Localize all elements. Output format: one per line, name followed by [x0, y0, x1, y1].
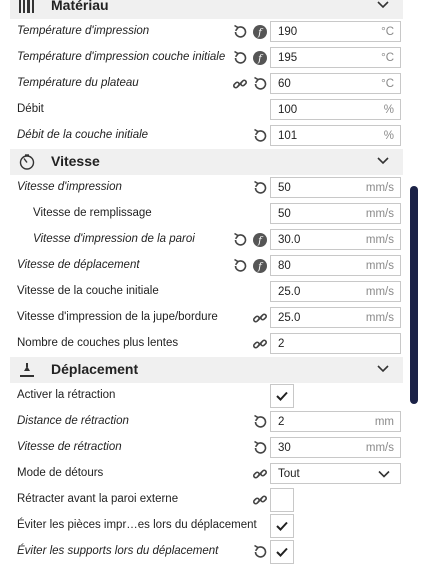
- checkmark-icon: [276, 391, 288, 401]
- setting-row-travel-speed: Vitesse de déplacement f 80 mm/s: [0, 253, 431, 279]
- retraction-distance-input[interactable]: 2 mm: [270, 411, 401, 432]
- initial-layer-speed-input[interactable]: 25.0 mm/s: [270, 281, 401, 302]
- checkmark-icon: [276, 521, 288, 531]
- section-title: Vitesse: [51, 153, 100, 169]
- chevron-down-icon[interactable]: [377, 0, 389, 10]
- speedometer-icon: [19, 154, 35, 170]
- retraction-speed-input[interactable]: 30 mm/s: [270, 437, 401, 458]
- setting-label: Débit: [17, 103, 44, 115]
- travel-speed-input[interactable]: 80 mm/s: [270, 255, 401, 276]
- slower-layers-input[interactable]: 2: [270, 333, 401, 354]
- setting-label: Température du plateau: [17, 77, 139, 89]
- initial-flow-input[interactable]: 101 %: [270, 125, 401, 146]
- setting-label: Vitesse d'impression de la jupe/bordure: [17, 311, 218, 323]
- setting-row-wall-speed: Vitesse d'impression de la paroi f 30.0 …: [0, 227, 431, 253]
- material-icon: [19, 0, 34, 13]
- enable-retraction-checkbox[interactable]: [270, 384, 294, 408]
- reset-icon[interactable]: [232, 50, 248, 66]
- nozzle-icon: [20, 363, 34, 377]
- setting-row-initial-flow: Débit de la couche initiale 101 %: [0, 123, 431, 149]
- chevron-down-icon[interactable]: [377, 156, 389, 166]
- setting-label: Température d'impression couche initiale: [17, 51, 226, 63]
- reset-icon[interactable]: [252, 414, 268, 430]
- link-icon[interactable]: [232, 76, 248, 92]
- settings-panel: Matériau Température d'impression f 190 …: [0, 0, 431, 565]
- setting-label: Vitesse de la couche initiale: [17, 285, 159, 297]
- setting-row-retract-before-wall: Rétracter avant la paroi externe: [0, 487, 431, 513]
- chevron-down-icon: [378, 470, 390, 478]
- skirt-speed-input[interactable]: 25.0 mm/s: [270, 307, 401, 328]
- setting-label: Rétracter avant la paroi externe: [17, 493, 179, 505]
- setting-row-infill-speed: Vitesse de remplissage 50 mm/s: [0, 201, 431, 227]
- setting-row-print-speed: Vitesse d'impression 50 mm/s: [0, 175, 431, 201]
- setting-label: Activer la rétraction: [17, 389, 116, 401]
- setting-label: Éviter les pièces impr…es lors du déplac…: [17, 519, 257, 531]
- setting-row-slower-layers: Nombre de couches plus lentes 2: [0, 331, 431, 357]
- function-icon[interactable]: f: [252, 24, 268, 40]
- setting-row-initial-layer-speed: Vitesse de la couche initiale 25.0 mm/s: [0, 279, 431, 305]
- reset-icon[interactable]: [232, 24, 248, 40]
- section-header-vitesse[interactable]: Vitesse: [10, 149, 403, 175]
- section-title: Matériau: [51, 0, 109, 13]
- print-temp-input[interactable]: 190 °C: [270, 21, 401, 42]
- link-icon[interactable]: [252, 466, 268, 482]
- scrollbar-thumb[interactable]: [410, 186, 418, 404]
- link-icon[interactable]: [252, 336, 268, 352]
- setting-label: Vitesse d'impression de la paroi: [33, 233, 195, 245]
- setting-row-print-temp: Température d'impression f 190 °C: [0, 19, 431, 45]
- setting-row-retraction-speed: Vitesse de rétraction 30 mm/s: [0, 435, 431, 461]
- setting-label: Température d'impression: [17, 25, 150, 37]
- section-header-deplacement[interactable]: Déplacement: [10, 357, 403, 383]
- checkmark-icon: [276, 547, 288, 557]
- wall-speed-input[interactable]: 30.0 mm/s: [270, 229, 401, 250]
- reset-icon[interactable]: [252, 440, 268, 456]
- flow-input[interactable]: 100 %: [270, 99, 401, 120]
- reset-icon[interactable]: [252, 544, 268, 560]
- reset-icon[interactable]: [252, 180, 268, 196]
- setting-row-enable-retraction: Activer la rétraction: [0, 383, 431, 409]
- reset-icon[interactable]: [252, 128, 268, 144]
- setting-label: Vitesse d'impression: [17, 181, 122, 193]
- setting-row-combing-mode: Mode de détours Tout: [0, 461, 431, 487]
- setting-row-retraction-distance: Distance de rétraction 2 mm: [0, 409, 431, 435]
- setting-label: Éviter les supports lors du déplacement: [17, 545, 219, 557]
- link-icon[interactable]: [252, 310, 268, 326]
- setting-row-flow: Débit 100 %: [0, 97, 431, 123]
- setting-label: Vitesse de remplissage: [33, 207, 152, 219]
- section-title: Déplacement: [51, 361, 139, 377]
- setting-row-bed-temp: Température du plateau 60 °C: [0, 71, 431, 97]
- retract-before-wall-checkbox[interactable]: [270, 488, 294, 512]
- avoid-printed-parts-checkbox[interactable]: [270, 514, 294, 538]
- setting-label: Distance de rétraction: [17, 415, 129, 427]
- function-icon[interactable]: f: [252, 50, 268, 66]
- chevron-down-icon[interactable]: [377, 364, 389, 374]
- setting-row-avoid-supports: Éviter les supports lors du déplacement: [0, 539, 431, 565]
- section-header-materiau[interactable]: Matériau: [10, 0, 403, 19]
- print-speed-input[interactable]: 50 mm/s: [270, 177, 401, 198]
- reset-icon[interactable]: [232, 258, 248, 274]
- link-icon[interactable]: [252, 492, 268, 508]
- setting-row-skirt-speed: Vitesse d'impression de la jupe/bordure …: [0, 305, 431, 331]
- function-icon[interactable]: f: [252, 232, 268, 248]
- avoid-supports-checkbox[interactable]: [270, 540, 294, 564]
- function-icon[interactable]: f: [252, 258, 268, 274]
- setting-label: Mode de détours: [17, 467, 104, 479]
- combing-mode-select[interactable]: Tout: [270, 463, 401, 484]
- reset-icon[interactable]: [232, 232, 248, 248]
- setting-label: Nombre de couches plus lentes: [17, 337, 179, 349]
- reset-icon[interactable]: [252, 76, 268, 92]
- setting-label: Vitesse de rétraction: [17, 441, 122, 453]
- initial-layer-temp-input[interactable]: 195 °C: [270, 47, 401, 68]
- setting-row-initial-layer-temp: Température d'impression couche initiale…: [0, 45, 431, 71]
- setting-label: Débit de la couche initiale: [17, 129, 149, 141]
- bed-temp-input[interactable]: 60 °C: [270, 73, 401, 94]
- setting-label: Vitesse de déplacement: [17, 259, 140, 271]
- infill-speed-input[interactable]: 50 mm/s: [270, 203, 401, 224]
- setting-row-avoid-printed-parts: Éviter les pièces impr…es lors du déplac…: [0, 513, 431, 539]
